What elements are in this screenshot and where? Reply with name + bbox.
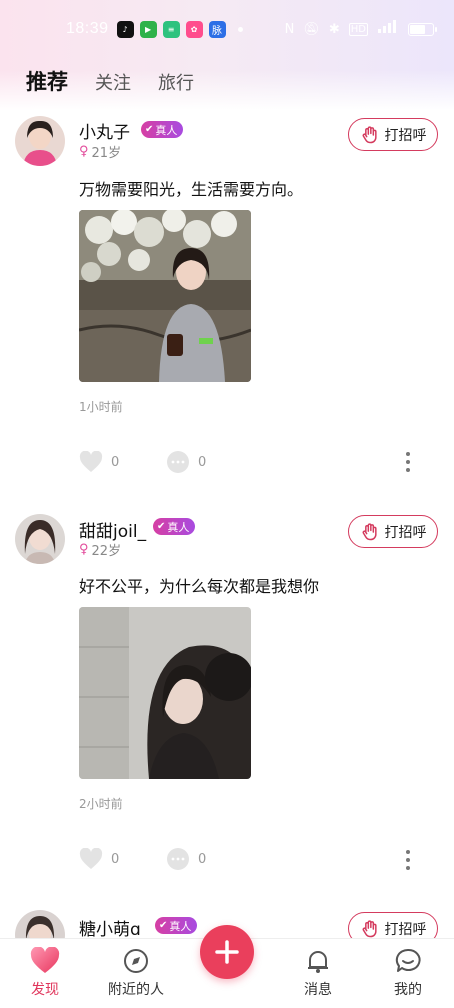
heart-icon: [79, 451, 103, 472]
nickname[interactable]: 小丸子: [79, 118, 130, 143]
avatar[interactable]: [15, 116, 65, 166]
top-tabs: 推荐 关注 旅行: [26, 66, 194, 96]
check-icon: ✔: [159, 920, 168, 931]
heart-icon: [30, 947, 60, 973]
more-options-icon[interactable]: [404, 850, 412, 870]
female-icon: ♀: [79, 542, 89, 557]
signal-icon: [377, 20, 399, 38]
wave-hand-icon: [362, 125, 377, 143]
heart-icon: [79, 848, 103, 869]
notification-dot: [237, 26, 243, 32]
comment-icon: [167, 451, 189, 473]
post-create-button[interactable]: [200, 925, 254, 979]
nav-profile[interactable]: 我的: [368, 947, 448, 999]
check-icon: ✔: [157, 521, 166, 532]
nickname[interactable]: 甜甜joil_: [79, 517, 146, 542]
nickname[interactable]: 糖小萌ɑ: [79, 915, 141, 940]
verified-badge: ✔ 真人: [141, 121, 184, 138]
bell-icon: [308, 951, 328, 973]
tiktok-icon: ♪: [116, 20, 134, 38]
system-icons: N 🔕︎ ✱ HD: [284, 20, 437, 38]
menu-app-icon: ≡: [162, 20, 180, 38]
status-bar: 18:39 ♪ ▶ ≡ ✿ 脉 N 🔕︎ ✱ HD: [0, 0, 454, 58]
mai-app-icon: 脉: [208, 20, 226, 38]
bottom-nav: 发现 附近的人 消息 我的: [0, 925, 454, 1008]
post-photo[interactable]: [79, 210, 251, 382]
post-photo[interactable]: [79, 607, 251, 779]
verified-badge: ✔ 真人: [155, 917, 198, 934]
avatar[interactable]: [15, 514, 65, 564]
nfc-icon: N: [284, 21, 295, 37]
nav-messages[interactable]: 消息: [278, 947, 358, 999]
female-icon: ♀: [79, 144, 89, 159]
wave-hand-icon: [362, 919, 377, 937]
status-time: 18:39: [66, 20, 109, 37]
nav-nearby[interactable]: 附近的人: [96, 947, 176, 999]
post-text: 好不公平，为什么每次都是我想你: [79, 577, 320, 596]
check-icon: ✔: [145, 124, 154, 135]
more-options-icon[interactable]: [404, 452, 412, 472]
post-time: 1小时前: [79, 400, 123, 414]
tab-travel[interactable]: 旅行: [158, 69, 194, 95]
verified-badge: ✔ 真人: [153, 518, 196, 535]
bluetooth-icon: ✱: [328, 21, 340, 37]
tab-follow[interactable]: 关注: [95, 69, 131, 95]
comment-button[interactable]: 0: [166, 450, 206, 474]
greet-button[interactable]: 打招呼: [348, 515, 438, 548]
like-button[interactable]: 0: [79, 848, 119, 870]
greet-button[interactable]: 打招呼: [348, 118, 438, 151]
post-text: 万物需要阳光，生活需要方向。: [79, 180, 304, 199]
compass-icon: [124, 949, 148, 973]
video-icon: ▶: [139, 20, 157, 38]
post-time: 2小时前: [79, 797, 123, 811]
hd-icon: HD: [348, 22, 368, 36]
battery-icon: [408, 22, 437, 36]
like-button[interactable]: 0: [79, 451, 119, 473]
tab-recommend[interactable]: 推荐: [26, 66, 68, 96]
nav-discover[interactable]: 发现: [5, 947, 85, 999]
chat-bubble-icon: [395, 948, 421, 972]
comment-icon: [167, 848, 189, 870]
comment-button[interactable]: 0: [166, 847, 206, 871]
age-label: ♀ 22岁: [79, 542, 122, 559]
wave-hand-icon: [362, 522, 377, 540]
plus-icon: [215, 940, 239, 964]
mute-icon: 🔕︎: [303, 21, 320, 37]
age-label: ♀ 21岁: [79, 144, 122, 161]
shop-app-icon: ✿: [185, 20, 203, 38]
